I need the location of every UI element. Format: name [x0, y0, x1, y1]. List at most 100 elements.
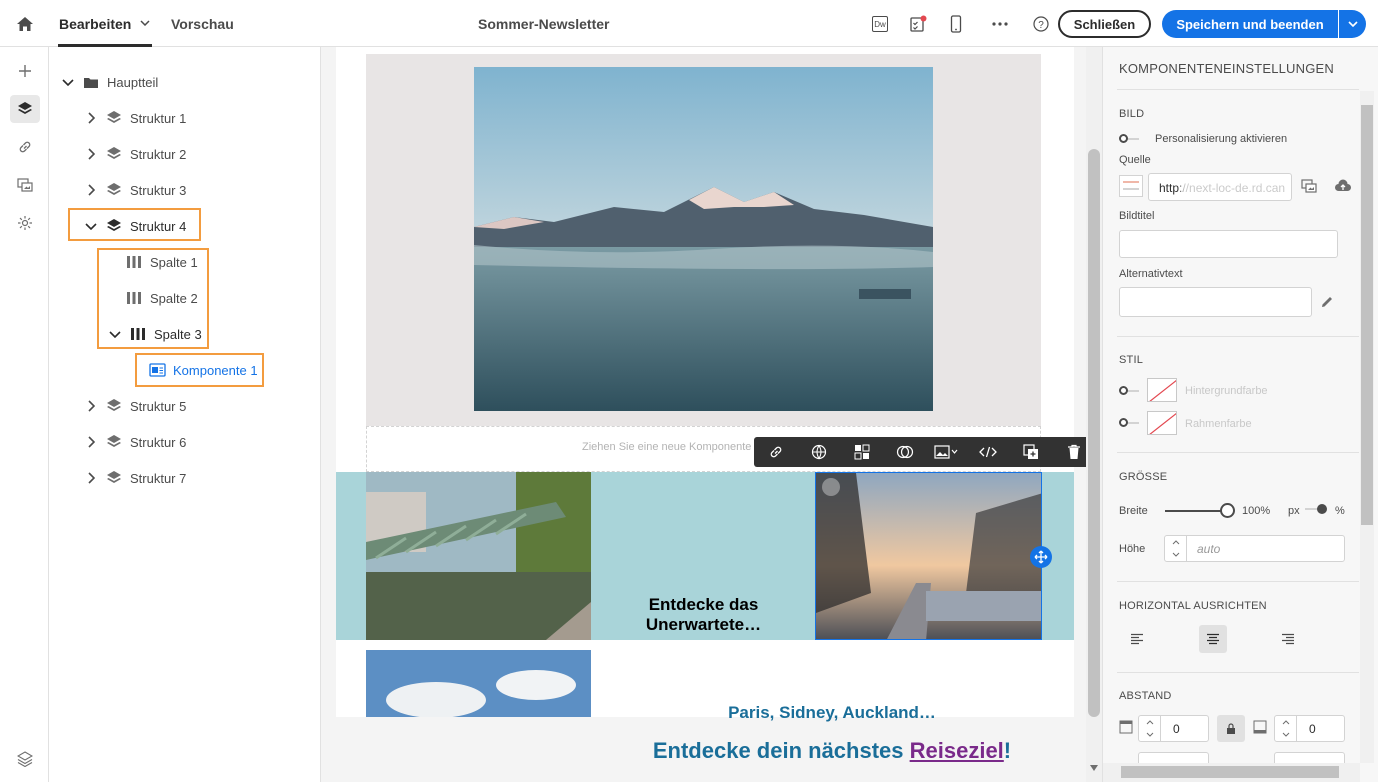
tree-node-struktur-6[interactable]: Struktur 6	[83, 430, 186, 454]
add-component-button[interactable]	[10, 57, 40, 85]
chevron-down-icon[interactable]	[138, 14, 152, 32]
svg-text:?: ?	[1038, 20, 1044, 31]
home-button[interactable]	[10, 11, 40, 37]
spacing-stepper[interactable]	[1275, 716, 1297, 741]
divider	[1117, 89, 1359, 90]
height-input[interactable]: auto	[1164, 535, 1345, 562]
tab-preview[interactable]: Vorschau	[171, 16, 234, 32]
source-url-input[interactable]: http://next-loc-de.rd.can	[1148, 173, 1292, 201]
align-left-button[interactable]	[1123, 625, 1151, 653]
tagline-text[interactable]: Entdecke das Unerwartete…	[591, 595, 816, 635]
close-icon[interactable]	[822, 478, 840, 496]
bg-color-swatch[interactable]	[1147, 378, 1177, 402]
alt-text-input[interactable]	[1119, 287, 1312, 317]
chevron-up-icon[interactable]	[1172, 540, 1180, 545]
component-1-image[interactable]	[815, 472, 1042, 640]
links-button[interactable]	[10, 133, 40, 161]
duplicate-button[interactable]	[1009, 437, 1052, 467]
tree-node-struktur-1[interactable]: Struktur 1	[83, 106, 186, 130]
panel-scrollbar[interactable]	[1360, 91, 1374, 763]
panel-hscrollbar-thumb[interactable]	[1121, 766, 1339, 778]
settings-button[interactable]	[10, 209, 40, 237]
help-button[interactable]: ?	[1029, 12, 1053, 36]
move-icon	[1034, 550, 1048, 564]
tree-node-struktur-4[interactable]: Struktur 4	[83, 214, 186, 238]
duplicate-icon	[1022, 444, 1038, 459]
width-slider[interactable]	[1165, 510, 1227, 512]
cities-text[interactable]: Paris, Sidney, Auckland…	[591, 703, 1073, 723]
align-right-button[interactable]	[1274, 625, 1302, 653]
chevron-right-icon[interactable]	[83, 434, 99, 450]
globe-button[interactable]	[797, 437, 840, 467]
panel-scrollbar-thumb[interactable]	[1361, 105, 1373, 525]
dreamweaver-button[interactable]: Dw	[868, 12, 892, 36]
headline-link[interactable]: Reiseziel	[910, 738, 1004, 763]
scrollbar-thumb[interactable]	[1088, 149, 1100, 717]
chevron-right-icon[interactable]	[83, 182, 99, 198]
chevron-down-icon[interactable]	[1172, 552, 1180, 557]
image-title-input[interactable]	[1119, 230, 1338, 258]
chevron-right-icon[interactable]	[83, 110, 99, 126]
spacing-stepper[interactable]	[1139, 716, 1161, 741]
tree-node-label: Struktur 1	[130, 110, 187, 126]
help-icon: ?	[1033, 16, 1049, 32]
border-color-toggle[interactable]	[1119, 418, 1140, 428]
mobile-icon	[950, 15, 962, 33]
more-button[interactable]	[988, 12, 1012, 36]
chevron-down-icon[interactable]	[107, 326, 123, 342]
fragment-button[interactable]	[883, 437, 926, 467]
close-button[interactable]: Schließen	[1058, 10, 1151, 38]
edit-alt-button[interactable]	[1320, 295, 1334, 309]
upload-button[interactable]	[1334, 179, 1352, 193]
mobile-preview-button[interactable]	[944, 12, 968, 36]
headline-prefix: Entdecke dein nächstes	[652, 738, 910, 763]
chevron-right-icon[interactable]	[83, 470, 99, 486]
save-and-close-button[interactable]: Speichern und beenden	[1162, 10, 1338, 38]
layout-button[interactable]	[840, 437, 883, 467]
tree-node-spalte-1[interactable]: Spalte 1	[125, 250, 198, 274]
align-center-button[interactable]	[1199, 625, 1227, 653]
tree-node-struktur-7[interactable]: Struktur 7	[83, 466, 186, 490]
unit-px-label: px	[1288, 505, 1300, 517]
layers-help-icon	[17, 751, 33, 767]
personalize-toggle[interactable]	[1119, 134, 1140, 144]
chevron-down-icon[interactable]	[60, 74, 76, 90]
height-stepper[interactable]	[1165, 536, 1187, 561]
chevron-down-icon[interactable]	[83, 218, 99, 234]
lock-spacing-button[interactable]	[1217, 715, 1245, 742]
width-slider-handle[interactable]	[1220, 503, 1235, 518]
unit-toggle-dot[interactable]	[1317, 504, 1327, 514]
move-handle[interactable]	[1030, 546, 1052, 568]
link-button[interactable]	[754, 437, 797, 467]
top-bar: Bearbeiten Vorschau Sommer-Newsletter Dw…	[0, 0, 1378, 47]
image-menu-button[interactable]	[926, 437, 966, 467]
spacing-top-input[interactable]: 0	[1138, 715, 1209, 742]
asset-browser-button[interactable]	[1301, 179, 1317, 193]
tree-node-struktur-3[interactable]: Struktur 3	[83, 178, 186, 202]
border-color-swatch[interactable]	[1147, 411, 1177, 435]
tree-node-spalte-2[interactable]: Spalte 2	[125, 286, 198, 310]
tree-node-komponente-1[interactable]: Komponente 1	[148, 358, 258, 382]
canvas-scrollbar[interactable]	[1086, 47, 1102, 782]
tree-node-struktur-2[interactable]: Struktur 2	[83, 142, 186, 166]
bridge-image[interactable]	[366, 472, 591, 640]
chevron-right-icon[interactable]	[83, 146, 99, 162]
code-button[interactable]	[966, 437, 1009, 467]
tree-node-struktur-5[interactable]: Struktur 5	[83, 394, 186, 418]
scroll-down-icon[interactable]	[1090, 765, 1098, 771]
chevron-right-icon[interactable]	[83, 398, 99, 414]
tab-edit[interactable]: Bearbeiten	[59, 16, 131, 32]
headline-text[interactable]: Entdecke dein nächstes Reiseziel!	[591, 738, 1073, 764]
bg-color-toggle[interactable]	[1119, 386, 1140, 396]
spacing-bottom-input[interactable]: 0	[1274, 715, 1345, 742]
checklist-button[interactable]	[906, 12, 930, 36]
bottom-layers-button[interactable]	[10, 745, 40, 773]
layers-icon	[18, 102, 32, 114]
navigation-tree-button[interactable]	[10, 95, 40, 123]
tree-node-spalte-3[interactable]: Spalte 3	[107, 322, 202, 346]
tree-node-root[interactable]: Hauptteil	[60, 70, 158, 94]
hero-image[interactable]	[474, 67, 933, 411]
save-options-button[interactable]	[1339, 10, 1366, 38]
panel-hscrollbar[interactable]	[1103, 763, 1360, 782]
assets-button[interactable]	[10, 171, 40, 199]
